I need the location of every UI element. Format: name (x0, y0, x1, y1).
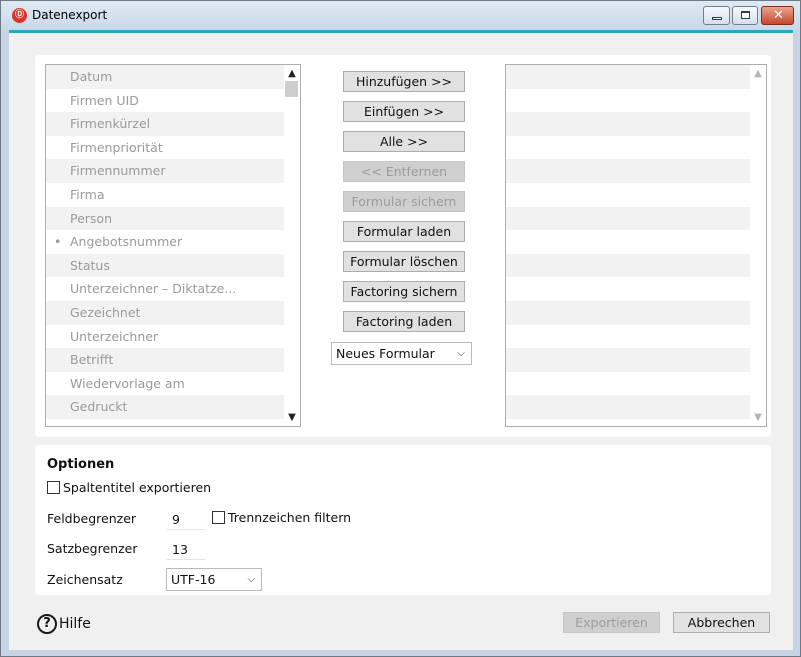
list-item-label: Wiedervorlage am (70, 375, 185, 391)
save-form-button[interactable]: Formular sichern (343, 191, 465, 212)
field-delimiter-input[interactable]: 9 (166, 508, 206, 530)
minimize-button[interactable] (703, 6, 730, 25)
list-item[interactable]: Firmen UID (46, 89, 300, 113)
list-item-label: Unterzeichner – Diktatze... (70, 281, 237, 297)
list-item[interactable]: Firmennummer (46, 159, 300, 183)
form-select-value: Neues Formular (336, 346, 435, 361)
charset-select[interactable]: UTF-16 ⌵ (166, 568, 262, 591)
list-item-label: Betrifft (70, 352, 114, 368)
list-item (506, 159, 766, 183)
cancel-button[interactable]: Abbrechen (673, 612, 770, 633)
list-item (506, 89, 766, 113)
list-item-label: Gedruckt (70, 399, 128, 415)
available-fields-scrollbar[interactable]: ▲ ▼ (284, 65, 300, 426)
datenexport-window: Ⓓ Datenexport ✕ Datum Firmen UID Firmenkür… (0, 0, 801, 657)
save-factoring-button[interactable]: Factoring sichern (343, 281, 465, 302)
export-fields-scrollbar[interactable]: ▲ ▼ (750, 65, 766, 426)
list-item (506, 348, 766, 372)
column-titles-checkbox[interactable] (47, 481, 60, 494)
delete-form-button[interactable]: Formular löschen (343, 251, 465, 272)
export-button[interactable]: Exportieren (563, 612, 660, 633)
list-item-label: Firmennummer (70, 163, 166, 179)
list-item (506, 253, 766, 278)
list-item (506, 277, 766, 301)
list-item[interactable]: • Angebotsnummer (46, 230, 300, 254)
list-item-label: Datum (70, 69, 113, 84)
list-item (506, 136, 766, 160)
list-item-label: Status (70, 257, 110, 273)
filter-separator-checkbox[interactable] (212, 511, 225, 524)
minimize-icon (712, 17, 722, 20)
bullet-icon: • (54, 234, 62, 250)
scroll-thumb[interactable] (285, 81, 298, 97)
list-item (506, 183, 766, 207)
load-form-button[interactable]: Formular laden (343, 221, 465, 242)
field-delimiter-label: Feldbegrenzer (47, 511, 137, 526)
list-item-label: Firmenpriorität (70, 139, 163, 155)
list-item-label: Firmenkürzel (70, 116, 151, 132)
charset-select-value: UTF-16 (171, 572, 216, 587)
list-item (506, 300, 766, 325)
list-item (506, 325, 766, 349)
list-item[interactable]: Gedruckt (46, 395, 300, 419)
list-item[interactable]: Firma (46, 183, 300, 207)
list-item[interactable]: Person (46, 206, 300, 231)
close-button[interactable]: ✕ (761, 6, 794, 25)
charset-label: Zeichensatz (47, 572, 123, 587)
list-item (506, 65, 766, 89)
column-titles-label[interactable]: Spaltentitel exportieren (63, 480, 211, 495)
available-fields-list[interactable]: Datum Firmen UID Firmenkürzel Firmenpriorit… (45, 64, 301, 427)
list-item-label: Firmen UID (70, 92, 139, 108)
list-item (506, 112, 766, 136)
close-icon: ✕ (773, 8, 784, 23)
options-panel (35, 445, 771, 595)
list-item[interactable]: Firmenkürzel (46, 112, 300, 136)
list-item[interactable]: Datum (46, 65, 300, 89)
list-item (506, 372, 766, 396)
title-bar[interactable]: Ⓓ Datenexport ✕ (1, 1, 800, 30)
filter-separator-label[interactable]: Trennzeichen filtern (228, 510, 351, 525)
maximize-icon (741, 11, 750, 19)
window-title: Datenexport (32, 8, 108, 22)
form-select[interactable]: Neues Formular ⌵ (331, 342, 472, 365)
insert-button[interactable]: Einfügen >> (343, 101, 465, 122)
scroll-up-icon[interactable]: ▲ (284, 67, 300, 81)
list-item (506, 206, 766, 231)
list-item (506, 230, 766, 254)
load-factoring-button[interactable]: Factoring laden (343, 311, 465, 332)
remove-button[interactable]: << Entfernen (343, 161, 465, 182)
chevron-down-icon: ⌵ (457, 348, 465, 359)
list-item[interactable]: Wiedervorlage am (46, 372, 300, 396)
dialog-content: Datum Firmen UID Firmenkürzel Firmenpriorit… (9, 30, 793, 650)
scroll-up-icon[interactable]: ▲ (750, 67, 766, 81)
help-link[interactable]: Hilfe (59, 616, 91, 632)
list-item-label: Firma (70, 186, 105, 202)
list-item[interactable]: Betrifft (46, 348, 300, 372)
scroll-down-icon[interactable]: ▼ (284, 411, 300, 425)
list-item[interactable]: Gezeichnet (46, 300, 300, 325)
record-delimiter-label: Satzbegrenzer (47, 541, 138, 556)
list-item (506, 395, 766, 419)
list-item[interactable]: Unterzeichner – Diktatze... (46, 277, 300, 301)
app-logo-icon: Ⓓ (12, 8, 27, 23)
list-item[interactable]: Unterzeichner (46, 325, 300, 349)
list-item[interactable]: Status (46, 253, 300, 278)
add-all-button[interactable]: Alle >> (343, 131, 465, 152)
list-item-label: Gezeichnet (70, 304, 141, 320)
help-circle-icon[interactable]: ? (37, 614, 57, 634)
maximize-button[interactable] (732, 6, 758, 25)
record-delimiter-input[interactable]: 13 (166, 538, 206, 560)
export-fields-list[interactable]: ▲ ▼ (505, 64, 767, 427)
options-title: Optionen (47, 457, 115, 472)
list-item-label: Angebotsnummer (70, 234, 183, 250)
add-button[interactable]: Hinzufügen >> (343, 71, 465, 92)
list-item-label: Person (70, 210, 113, 226)
chevron-down-icon: ⌵ (247, 574, 255, 585)
list-item-label: Unterzeichner (70, 328, 159, 344)
scroll-down-icon[interactable]: ▼ (750, 411, 766, 425)
list-item[interactable]: Firmenpriorität (46, 136, 300, 160)
